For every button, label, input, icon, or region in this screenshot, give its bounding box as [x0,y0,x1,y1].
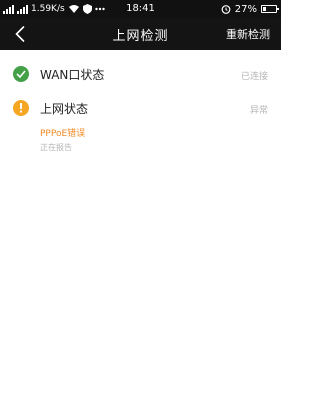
wan-status-label: WAN口状态 [40,68,105,82]
redetect-button[interactable]: 重新检测 [226,26,270,42]
error-detail: PPPoE错误 [40,129,86,139]
internet-status-row: 上网状态 异常 [0,98,281,120]
internet-status-label: 上网状态 [40,102,89,116]
wan-status-value: 已连接 [240,72,268,82]
status-right: 27% [221,3,279,15]
alarm-icon [221,5,231,14]
internet-status-value: 异常 [249,106,268,116]
wan-status-row: WAN口状态 已连接 [0,64,281,86]
battery-icon [261,5,279,13]
error-subtext: 正在报告 [40,143,72,152]
navigation-bar: 上网检测 重新检测 [0,18,281,50]
warning-circle-icon [13,100,29,116]
status-bar: 1.59K/s 18:41 27% [0,0,281,18]
check-circle-icon [13,66,29,82]
battery-percent: 27% [234,3,257,15]
